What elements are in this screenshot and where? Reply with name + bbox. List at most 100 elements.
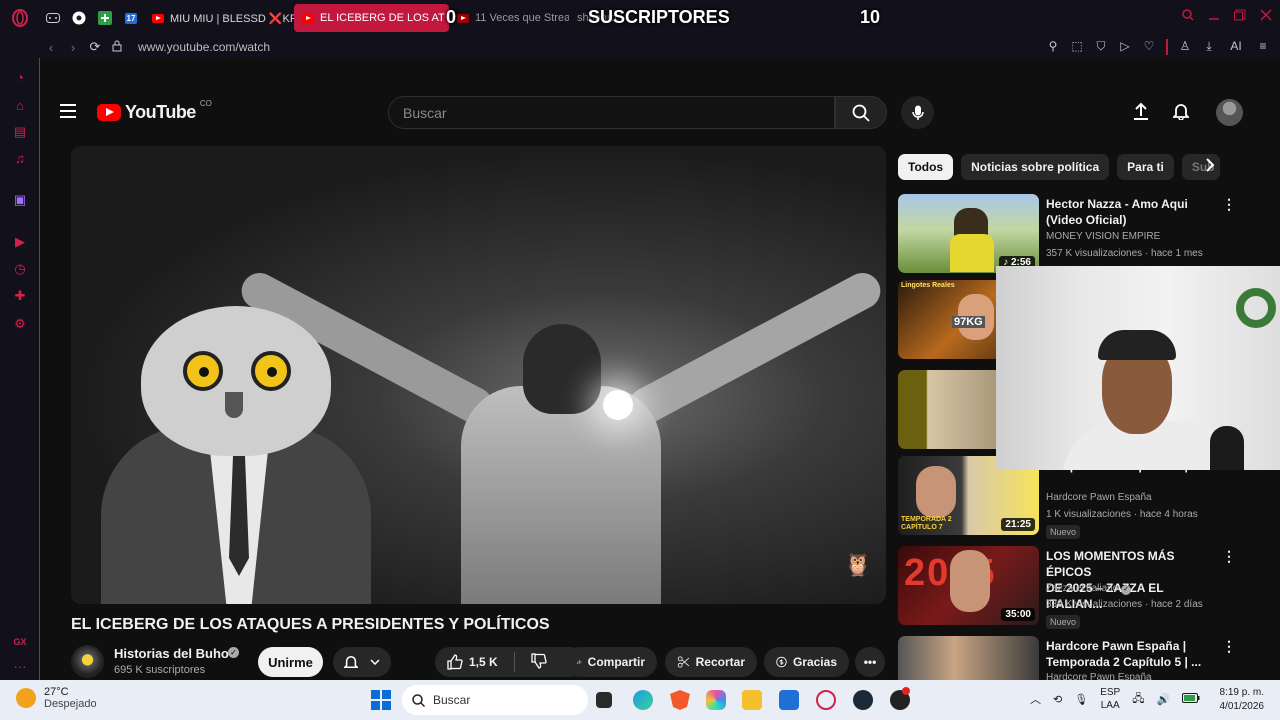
join-button[interactable]: Unirme [258,647,323,677]
twitch-icon[interactable]: ▣ [12,192,28,208]
gamepad-icon[interactable] [40,0,66,36]
subscription-bell-button[interactable] [333,647,391,677]
opera-gx-taskbar-icon[interactable] [816,690,836,710]
file-explorer-icon[interactable] [742,690,762,710]
upload-icon[interactable] [1133,102,1149,125]
news-icon[interactable]: ▤ [12,124,28,140]
notifications-bell-icon[interactable] [1171,102,1191,125]
clip-button[interactable]: Recortar [665,647,757,677]
download-icon[interactable]: ⤓ [1202,39,1216,55]
mic-tray-icon[interactable]: 🎙 [1074,693,1088,706]
more-vertical-icon[interactable]: ⋮ [1222,196,1236,213]
more-vertical-icon[interactable]: ⋮ [1222,638,1236,655]
minimize-icon[interactable] [1208,8,1220,24]
back-icon[interactable]: ‹ [40,40,62,55]
dislike-button[interactable] [531,652,547,672]
weather-widget[interactable]: 27°C Despejado [16,686,97,710]
youtube-favicon-icon [457,13,469,23]
opera-gx-logo-icon[interactable] [0,0,40,36]
recommendation-channel[interactable]: MONEY VISION EMPIRE [1046,231,1160,242]
task-view-icon[interactable] [596,692,612,708]
video-title: EL ICEBERG DE LOS ATAQUES A PRESIDENTES … [71,616,550,633]
heart-icon[interactable]: ♡ [1142,39,1156,55]
sync-icon[interactable]: ⟲ [1053,693,1062,706]
search-button[interactable] [835,96,887,129]
gx-label[interactable]: GX [12,634,28,650]
player-sidebar-icon[interactable]: ▶ [12,234,28,250]
channel-row: Historias del Buho ✓ 695 K suscriptores … [71,644,886,680]
tray-chevron-up-icon[interactable]: ︿ [1030,691,1041,707]
more-vertical-icon[interactable]: ⋮ [1222,548,1236,565]
extensions-icon[interactable]: ✚ [12,288,28,304]
clip-label: Recortar [695,655,745,669]
player-icon[interactable]: ▷ [1118,39,1132,55]
pinned-tab-17-icon[interactable]: 17 [118,0,144,36]
scissors-icon [677,656,690,668]
forward-icon[interactable]: › [62,40,84,55]
recommendation-channel[interactable]: Zazza el italiano ✓ [1046,583,1132,595]
voice-search-button[interactable] [901,96,934,129]
recommendation-item[interactable]: 2025 35:00 LOS MOMENTOS MÁS ÉPICOS DE 20… [898,546,1238,629]
brave-browser-icon[interactable] [670,690,690,710]
more-actions-button[interactable]: ••• [855,647,885,677]
maximize-icon[interactable] [1234,8,1246,24]
taskbar-search-input[interactable]: Buscar [402,685,588,715]
pinned-tab-circle-icon[interactable] [66,0,92,36]
recommendation-item[interactable]: ♪ 2:56 Hector Nazza - Amo Aqui (Video Of… [898,194,1238,274]
menu-icon[interactable]: ≡ [1256,39,1270,55]
channel-watermark-owl-icon[interactable]: 🦉 [842,552,874,584]
tab-11-veces[interactable]: 11 Veces que Stream [449,4,569,32]
pin-icon[interactable]: ⚲ [1046,39,1060,55]
shield-icon[interactable]: ⛉ [1094,39,1108,55]
speed-dial-icon[interactable]: ◔ [12,70,28,86]
hamburger-menu-icon[interactable] [60,104,76,118]
reload-icon[interactable]: ⟳ [84,39,106,55]
edge-browser-icon[interactable] [633,690,653,710]
microphone-icon [911,105,924,120]
battery-icon[interactable] [1182,692,1200,706]
pinned-tab-plus-icon[interactable] [92,0,118,36]
chevron-down-icon [370,659,380,665]
account-avatar[interactable] [1216,99,1243,126]
tab-miu-miu[interactable]: MIU MIU | BLESSD ❌KRIS [144,4,294,32]
settings-gear-icon[interactable]: ⚙ [12,316,28,332]
system-clock[interactable]: 8:19 p. m. 4/01/2026 [1220,686,1265,714]
gx-corner-icon[interactable]: ⌂ [12,98,28,114]
share-button[interactable]: Compartir [565,647,657,677]
recommendation-thumbnail[interactable]: ♪ 2:56 [898,194,1039,273]
steam-icon[interactable] [853,690,873,710]
video-player[interactable]: 🦉 [71,146,886,604]
url-field[interactable]: www.youtube.com/watch [138,40,270,54]
copilot-icon[interactable] [706,690,726,710]
youtube-logo[interactable]: YouTube CO [97,99,212,123]
music-icon[interactable]: ♫ [12,151,28,167]
ai-button[interactable]: AI [1226,39,1246,55]
search-tabs-icon[interactable] [1182,8,1194,24]
search-input[interactable]: Buscar [388,96,835,129]
chip-para-ti[interactable]: Para ti [1117,154,1174,180]
language-indicator[interactable]: ESP LAA [1100,686,1120,712]
chips-next-chevron-icon[interactable] [1205,158,1215,177]
network-icon[interactable]: 🖧 [1132,690,1144,709]
outlook-icon[interactable] [779,690,799,710]
tab-iceberg[interactable]: EL ICEBERG DE LOS AT [294,4,449,32]
more-dots-icon[interactable]: ··· [12,659,28,675]
recommendation-thumbnail[interactable] [898,636,1039,680]
channel-avatar[interactable] [71,645,104,678]
close-icon[interactable] [1260,8,1272,24]
profile-icon[interactable]: ♙ [1178,39,1192,55]
windows-start-icon[interactable] [371,690,391,710]
recommendation-channel[interactable]: Hardcore Pawn España [1046,492,1152,503]
like-button[interactable]: 1,5 K [447,654,498,670]
history-icon[interactable]: ◷ [12,261,28,277]
thanks-button[interactable]: Gracias [764,647,849,677]
chip-noticias-politica[interactable]: Noticias sobre política [961,154,1110,180]
volume-icon[interactable]: 🔊 [1156,693,1170,706]
snapshot-icon[interactable]: ⬚ [1070,39,1084,55]
video-duration: 35:00 [1001,608,1035,621]
verified-check-icon: ✓ [228,647,239,658]
chip-todos[interactable]: Todos [898,154,954,180]
channel-name[interactable]: Historias del Buho [114,646,229,661]
recommendation-thumbnail[interactable]: 2025 35:00 [898,546,1039,625]
stream-count-right: 10 [860,7,881,27]
